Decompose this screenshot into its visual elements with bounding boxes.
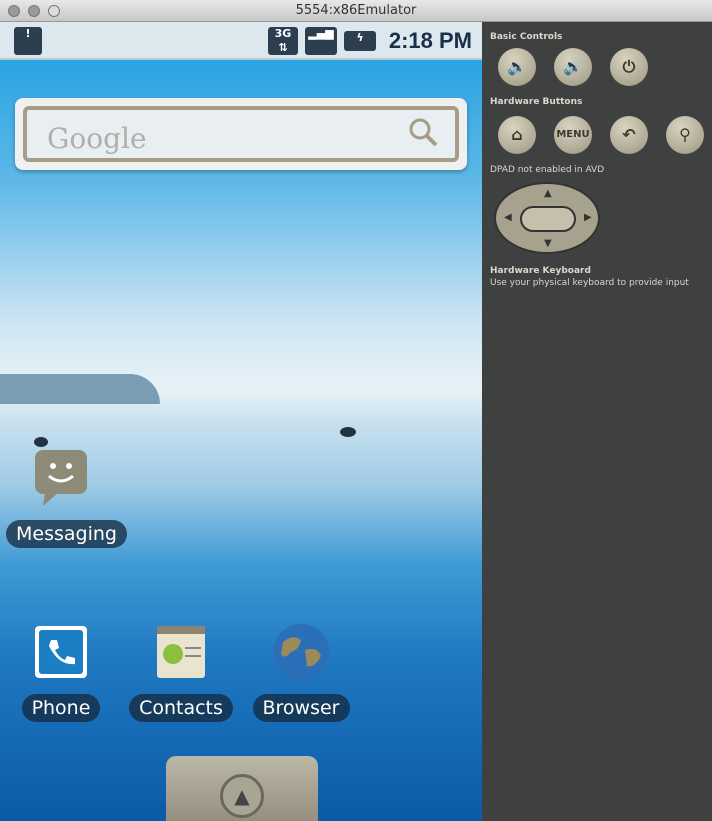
power-icon: ⏻ [622, 57, 636, 76]
volume-up-button[interactable]: 🔊 [554, 48, 592, 86]
search-icon: ⚲ [679, 125, 691, 144]
zoom-window-button[interactable] [48, 5, 60, 17]
hardware-keyboard-heading: Hardware Keyboard [490, 266, 591, 276]
app-drawer-handle[interactable]: ▲ [166, 756, 318, 821]
app-label: Browser [252, 694, 350, 722]
close-window-button[interactable] [8, 5, 20, 17]
network-type: 3G [274, 27, 292, 40]
status-bar[interactable]: ! 3G ⇅ ▂▄▆ ϟ 2:18 PM [0, 22, 482, 60]
app-browser[interactable]: Browser [252, 620, 350, 722]
emulator-control-panel: Basic Controls 🔈 🔊 ⏻ Hardware Buttons ⌂ … [482, 22, 712, 821]
hardware-keyboard-note: Use your physical keyboard to provide in… [490, 278, 689, 288]
window-title: 5554:x86Emulator [295, 3, 417, 18]
battery-charging-icon: ϟ [344, 31, 376, 51]
google-search-widget[interactable]: Google [15, 98, 467, 170]
back-icon: ↶ [622, 125, 636, 144]
network-3g-icon: 3G ⇅ [268, 27, 298, 55]
back-button[interactable]: ↶ [610, 116, 648, 154]
minimize-window-button[interactable] [28, 5, 40, 17]
dpad-right-icon: ▶ [584, 212, 592, 223]
messaging-icon [35, 450, 87, 506]
window-titlebar: 5554:x86Emulator [0, 0, 712, 22]
volume-up-icon: 🔊 [563, 57, 583, 76]
search-button[interactable]: ⚲ [666, 116, 704, 154]
hardware-buttons-heading: Hardware Buttons [490, 97, 583, 107]
contacts-icon [157, 626, 205, 678]
app-contacts[interactable]: Contacts [128, 620, 234, 722]
app-messaging[interactable]: Messaging [6, 446, 127, 548]
sd-card-warning-icon: ! [14, 27, 42, 55]
clock: 2:18 PM [388, 28, 472, 53]
globe-icon [273, 624, 329, 680]
phone-icon [35, 626, 87, 678]
menu-button[interactable]: MENU [554, 116, 592, 154]
dpad[interactable]: ▲ ▼ ◀ ▶ [494, 182, 600, 254]
volume-down-icon: 🔈 [507, 57, 527, 76]
app-label: Phone [21, 694, 101, 722]
search-icon[interactable] [407, 116, 439, 148]
dpad-note: DPAD not enabled in AVD [490, 165, 605, 175]
app-label: Contacts [129, 694, 233, 722]
menu-label: MENU [556, 129, 590, 140]
app-phone[interactable]: Phone [20, 620, 102, 722]
power-button[interactable]: ⏻ [610, 48, 648, 86]
basic-controls-heading: Basic Controls [490, 32, 563, 42]
search-placeholder: Google [47, 122, 147, 155]
chevron-up-icon: ▲ [220, 774, 264, 818]
home-icon: ⌂ [511, 125, 523, 144]
dpad-up-icon: ▲ [544, 188, 552, 199]
dpad-center-button[interactable] [520, 206, 576, 232]
home-button[interactable]: ⌂ [498, 116, 536, 154]
wallpaper-shoreline [0, 374, 160, 404]
app-label: Messaging [6, 520, 127, 548]
dpad-down-icon: ▼ [544, 238, 552, 249]
android-screen[interactable]: ! 3G ⇅ ▂▄▆ ϟ 2:18 PM Google Messaging Pho… [0, 22, 482, 821]
signal-strength-icon: ▂▄▆ [305, 27, 337, 55]
wallpaper-rock [340, 427, 356, 437]
volume-down-button[interactable]: 🔈 [498, 48, 536, 86]
dpad-left-icon: ◀ [504, 212, 512, 223]
